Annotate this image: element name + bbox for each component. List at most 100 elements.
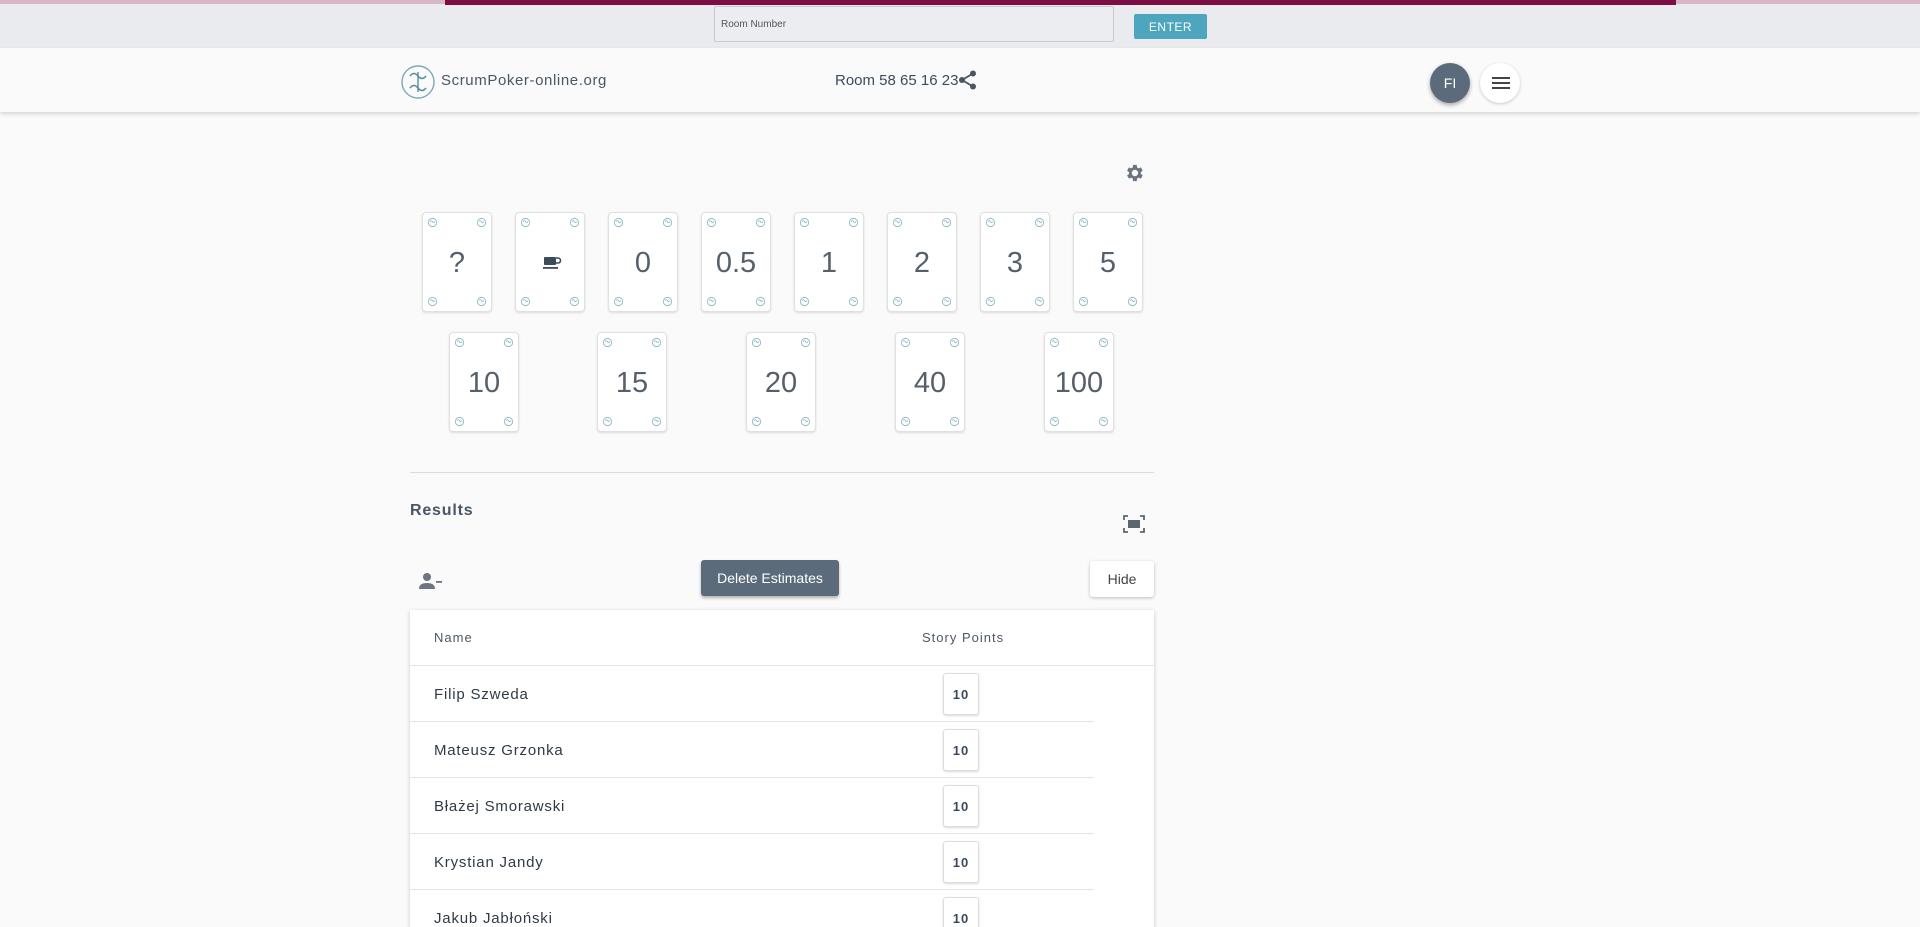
estimate-badge: 10 — [943, 673, 979, 715]
card-corner-icon — [900, 416, 911, 427]
remove-user-icon[interactable] — [419, 571, 443, 591]
table-row: Filip Szweda 10 — [410, 666, 1094, 722]
card-corner-icon — [602, 416, 613, 427]
room-number-label: Room 58 65 16 23 — [835, 72, 959, 89]
card-corner-icon — [613, 217, 624, 228]
card-value: 0.5 — [715, 247, 757, 279]
card-corner-icon — [799, 217, 810, 228]
card-corner-icon — [848, 217, 859, 228]
card-value: 5 — [1099, 247, 1117, 279]
estimate-badge: 10 — [943, 897, 979, 927]
card-corner-icon — [892, 296, 903, 307]
card-value: 1 — [820, 247, 838, 279]
card-corner-icon — [1049, 337, 1060, 348]
card-corner-icon — [1098, 416, 1109, 427]
card-value: 100 — [1054, 367, 1104, 399]
card-corner-icon — [1098, 337, 1109, 348]
card-corner-icon — [602, 337, 613, 348]
enter-button[interactable]: ENTER — [1134, 14, 1207, 39]
estimate-card[interactable]: 0 — [608, 212, 678, 312]
card-corner-icon — [1034, 296, 1045, 307]
estimate-card[interactable]: 5 — [1073, 212, 1143, 312]
card-corner-icon — [1127, 296, 1138, 307]
user-avatar[interactable]: FI — [1430, 63, 1470, 103]
card-corner-icon — [706, 296, 717, 307]
card-corner-icon — [941, 296, 952, 307]
table-row: Krystian Jandy 10 — [410, 834, 1094, 890]
card-corner-icon — [520, 217, 531, 228]
menu-icon — [1492, 82, 1510, 84]
card-corner-icon — [662, 217, 673, 228]
estimate-card[interactable]: 2 — [887, 212, 957, 312]
card-corner-icon — [751, 416, 762, 427]
card-corner-icon — [503, 416, 514, 427]
card-corner-icon — [892, 217, 903, 228]
estimate-card[interactable]: ? — [422, 212, 492, 312]
card-value: 10 — [467, 367, 501, 399]
coffee-icon — [543, 257, 562, 269]
card-corner-icon — [799, 296, 810, 307]
participant-name: Krystian Jandy — [434, 854, 544, 871]
card-corner-icon — [706, 217, 717, 228]
estimate-badge: 10 — [943, 841, 979, 883]
card-corner-icon — [985, 296, 996, 307]
menu-button[interactable] — [1480, 63, 1520, 103]
table-row: Jakub Jabłoński 10 — [410, 890, 1094, 927]
estimate-card[interactable]: 15 — [597, 332, 667, 432]
card-corner-icon — [569, 217, 580, 228]
card-corner-icon — [427, 217, 438, 228]
card-corner-icon — [848, 296, 859, 307]
card-corner-icon — [1049, 416, 1060, 427]
card-corner-icon — [949, 416, 960, 427]
card-corner-icon — [454, 416, 465, 427]
fullscreen-icon[interactable] — [1123, 515, 1145, 533]
accent-line — [0, 0, 445, 4]
accent-line — [445, 0, 1676, 5]
table-row: Błażej Smorawski 10 — [410, 778, 1094, 834]
room-bar: ENTER — [0, 0, 1920, 48]
card-value: 2 — [913, 247, 931, 279]
estimate-card[interactable]: 10 — [449, 332, 519, 432]
card-corner-icon — [613, 296, 624, 307]
participant-name: Jakub Jabłoński — [434, 910, 553, 927]
card-corner-icon — [476, 296, 487, 307]
card-corner-icon — [454, 337, 465, 348]
card-value: 0 — [634, 247, 652, 279]
estimate-card[interactable]: 20 — [746, 332, 816, 432]
estimate-card[interactable]: 1 — [794, 212, 864, 312]
results-table: Name Story Points Filip Szweda 10 Mateus… — [410, 610, 1154, 927]
brand-name[interactable]: ScrumPoker-online.org — [441, 72, 607, 89]
card-corner-icon — [476, 217, 487, 228]
estimate-card[interactable]: 0.5 — [701, 212, 771, 312]
card-corner-icon — [1127, 217, 1138, 228]
share-icon[interactable] — [957, 69, 979, 91]
card-corner-icon — [569, 296, 580, 307]
column-header-name[interactable]: Name — [434, 630, 473, 645]
card-corner-icon — [751, 337, 762, 348]
card-corner-icon — [800, 337, 811, 348]
estimate-card[interactable]: 3 — [980, 212, 1050, 312]
estimate-card[interactable]: 40 — [895, 332, 965, 432]
estimate-badge: 10 — [943, 729, 979, 771]
card-corner-icon — [949, 337, 960, 348]
card-corner-icon — [1078, 217, 1089, 228]
card-corner-icon — [520, 296, 531, 307]
participant-name: Filip Szweda — [434, 686, 529, 703]
card-corner-icon — [651, 416, 662, 427]
column-header-story-points[interactable]: Story Points — [922, 630, 1004, 645]
divider — [410, 472, 1154, 473]
menu-icon — [1492, 77, 1510, 79]
delete-estimates-button[interactable]: Delete Estimates — [701, 560, 839, 596]
card-value: 40 — [913, 367, 947, 399]
card-corner-icon — [755, 217, 766, 228]
card-corner-icon — [941, 217, 952, 228]
room-number-input[interactable] — [714, 6, 1114, 42]
hide-button[interactable]: Hide — [1090, 561, 1154, 597]
estimate-card[interactable]: 100 — [1044, 332, 1114, 432]
menu-icon — [1492, 87, 1510, 89]
estimate-card-coffee[interactable] — [515, 212, 585, 312]
card-corner-icon — [900, 337, 911, 348]
gear-icon[interactable] — [1123, 162, 1145, 184]
logo-icon[interactable] — [400, 64, 436, 100]
card-corner-icon — [985, 217, 996, 228]
